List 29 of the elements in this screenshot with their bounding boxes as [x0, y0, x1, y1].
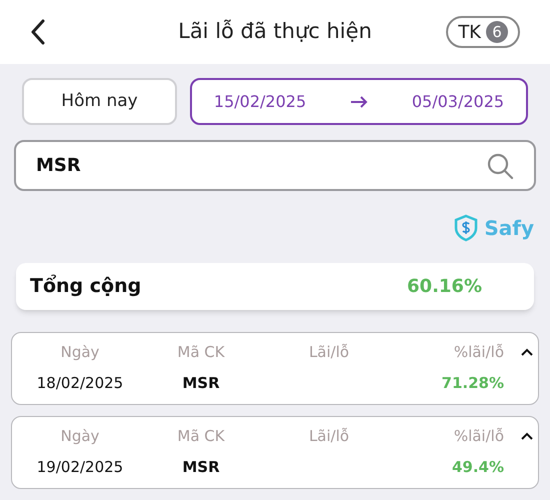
- date-cell-text: 19/02/2025: [36, 457, 124, 478]
- column-header: Mã CK: [176, 426, 226, 448]
- date-cell-text: 18/02/2025: [36, 373, 124, 394]
- percent-cell-text: 71.28%: [440, 373, 504, 394]
- today-button[interactable]: Hôm nay: [22, 78, 177, 125]
- arrow-icon: [350, 96, 368, 108]
- column-header: %lãi/lỗ: [452, 426, 504, 448]
- column-header: Mã CK: [176, 342, 226, 364]
- column-header: Ngày: [60, 426, 100, 448]
- brand-logo-text: Safy: [484, 215, 534, 242]
- symbol-cell-text: MSR: [181, 373, 221, 394]
- column-header: Lãi/lỗ: [308, 342, 350, 364]
- page-title: Lãi lỗ đã thực hiện: [178, 18, 372, 46]
- column-header: %lãi/lỗ: [452, 342, 504, 364]
- column-header: Lãi/lỗ: [308, 426, 350, 448]
- column-header: Ngày: [60, 342, 100, 364]
- percent-cell-text: 49.4%: [450, 457, 504, 478]
- chevron-up-icon[interactable]: [520, 432, 534, 441]
- search-icon[interactable]: [486, 152, 514, 180]
- search-field[interactable]: MSR: [14, 140, 536, 191]
- total-value: 60.16%: [407, 275, 482, 299]
- date-range-button[interactable]: 15/02/2025 05/03/2025: [190, 78, 528, 125]
- account-button[interactable]: TK 6: [446, 16, 520, 48]
- count-badge: 6: [486, 21, 508, 43]
- chevron-up-icon[interactable]: [520, 348, 534, 357]
- symbol-cell-text: MSR: [181, 457, 221, 478]
- total-label: Tổng cộng: [30, 274, 142, 300]
- shield-icon: [454, 214, 478, 242]
- back-icon[interactable]: [30, 19, 46, 45]
